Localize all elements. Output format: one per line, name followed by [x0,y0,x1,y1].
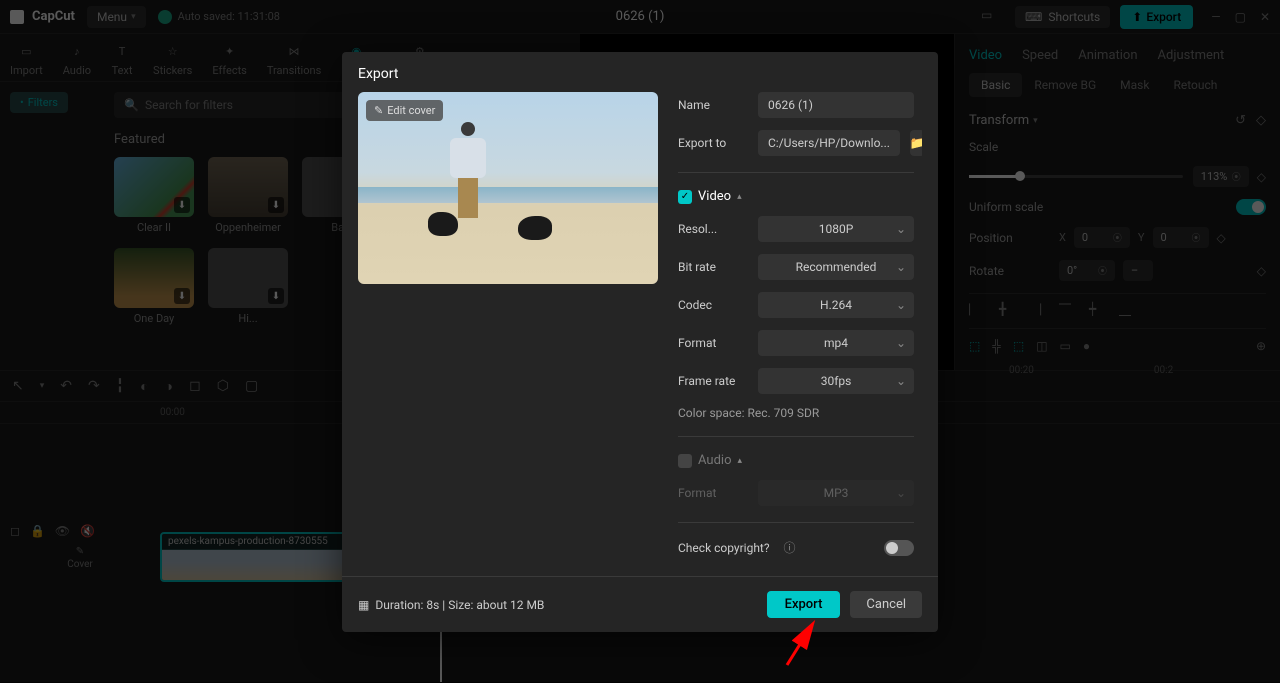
cover-preview: ✎ Edit cover [358,92,658,284]
audio-checkbox[interactable] [678,454,692,468]
duration-info: ▦ Duration: 8s | Size: about 12 MB [358,598,544,612]
resolution-select[interactable]: 1080P [758,216,914,242]
name-input[interactable]: 0626 (1) [758,92,914,118]
framerate-select[interactable]: 30fps [758,368,914,394]
annotation-arrow [782,620,832,670]
copyright-label: Check copyright? [678,541,770,555]
copyright-toggle[interactable] [884,540,914,556]
colorspace-info: Color space: Rec. 709 SDR [678,406,914,420]
video-section-header[interactable]: ✓ Video ▴ [678,189,914,204]
audio-format-label: Format [678,486,748,500]
name-label: Name [678,98,748,112]
modal-title: Export [342,52,938,92]
resolution-label: Resol... [678,222,748,236]
export-button[interactable]: Export [767,591,841,618]
bitrate-select[interactable]: Recommended [758,254,914,280]
codec-select[interactable]: H.264 [758,292,914,318]
folder-button[interactable]: 📁 [910,130,922,156]
info-icon[interactable]: ⓘ [784,539,796,556]
export-to-input[interactable]: C:/Users/HP/Downlo... [758,130,900,156]
format-select[interactable]: mp4 [758,330,914,356]
audio-section-header[interactable]: Audio ▴ [678,453,914,468]
framerate-label: Frame rate [678,374,748,388]
bitrate-label: Bit rate [678,260,748,274]
audio-format-select: MP3 [758,480,914,506]
cancel-button[interactable]: Cancel [850,591,922,618]
format-label: Format [678,336,748,350]
edit-cover-button[interactable]: ✎ Edit cover [366,100,443,121]
export-to-label: Export to [678,136,748,150]
video-checkbox[interactable]: ✓ [678,190,692,204]
export-modal: Export ✎ Edit cover Name 0626 (1) Export… [342,52,938,632]
codec-label: Codec [678,298,748,312]
